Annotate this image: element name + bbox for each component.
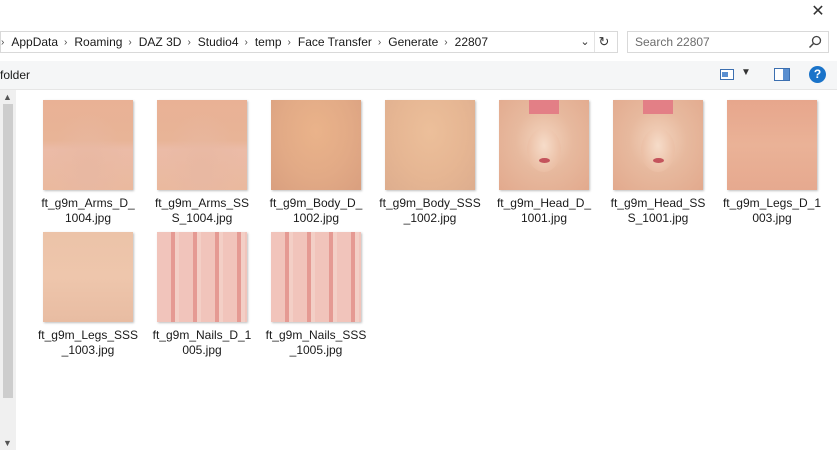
file-thumbnail[interactable] [271,232,361,322]
chevron-right-icon[interactable]: › [64,37,67,48]
chevron-right-icon[interactable]: › [245,37,248,48]
file-name[interactable]: ft_g9m_Head_D_ 1001.jpg [492,196,596,226]
file-name[interactable]: ft_g9m_Body_D_ 1002.jpg [264,196,368,226]
file-name[interactable]: ft_g9m_Nails_D_1 005.jpg [150,328,254,358]
file-name[interactable]: ft_g9m_Arms_SS S_1004.jpg [150,196,254,226]
breadcrumb-item[interactable]: Roaming [74,35,122,49]
close-icon[interactable]: ✕ [808,2,828,22]
breadcrumb: › AppData › Roaming › DAZ 3D › Studio4 › temp › Fac… [1,32,488,52]
breadcrumb-item[interactable]: Generate [388,35,438,49]
search-input[interactable] [635,34,795,50]
file-thumbnail[interactable] [499,100,589,190]
breadcrumb-item[interactable]: Face Transfer [298,35,372,49]
file-name[interactable]: ft_g9m_Nails_SSS _1005.jpg [264,328,368,358]
scroll-down-icon[interactable]: ▼ [3,438,12,448]
chevron-right-icon[interactable]: › [1,37,4,48]
search-box[interactable] [627,31,829,53]
file-thumbnail[interactable] [157,100,247,190]
breadcrumb-item[interactable]: temp [255,35,282,49]
file-thumbnail[interactable] [157,232,247,322]
chevron-right-icon[interactable]: › [288,37,291,48]
breadcrumb-item[interactable]: 22807 [455,35,488,49]
address-bar[interactable]: › AppData › Roaming › DAZ 3D › Studio4 › temp › Fac… [0,31,618,53]
help-icon[interactable]: ? [809,66,826,83]
scroll-up-icon[interactable]: ▲ [3,92,12,102]
file-thumbnail[interactable] [271,100,361,190]
file-list: ft_g9m_Arms_D_ 1004.jpg ft_g9m_Arms_SS S_10… [16,90,837,450]
file-thumbnail[interactable] [43,100,133,190]
file-thumbnail[interactable] [43,232,133,322]
refresh-icon[interactable]: ↻ [594,32,613,52]
chevron-right-icon[interactable]: › [444,37,447,48]
search-icon[interactable] [808,35,822,49]
breadcrumb-item[interactable]: DAZ 3D [139,35,182,49]
breadcrumb-item[interactable]: AppData [11,35,58,49]
chevron-right-icon[interactable]: › [187,37,190,48]
chevron-right-icon[interactable]: › [378,37,381,48]
scrollbar[interactable]: ▲ ▼ [0,90,16,450]
chevron-down-icon[interactable]: ⌄ [577,32,593,52]
file-thumbnail[interactable] [727,100,817,190]
scroll-thumb[interactable] [3,104,13,398]
chevron-right-icon[interactable]: › [128,37,131,48]
file-name[interactable]: ft_g9m_Legs_SSS _1003.jpg [36,328,140,358]
file-name[interactable]: ft_g9m_Body_SSS _1002.jpg [378,196,482,226]
view-options-icon[interactable] [720,69,734,80]
file-thumbnail[interactable] [385,100,475,190]
preview-pane-icon[interactable] [774,68,790,81]
chevron-down-icon[interactable]: ▼ [741,67,751,78]
file-thumbnail[interactable] [613,100,703,190]
breadcrumb-item[interactable]: Studio4 [198,35,239,49]
title-bar: ✕ [0,0,837,28]
command-bar: folder ▼ ? [0,61,837,90]
command-bar-label: folder [0,68,31,82]
file-name[interactable]: ft_g9m_Legs_D_1 003.jpg [720,196,824,226]
file-name[interactable]: ft_g9m_Head_SS S_1001.jpg [606,196,710,226]
file-name[interactable]: ft_g9m_Arms_D_ 1004.jpg [36,196,140,226]
